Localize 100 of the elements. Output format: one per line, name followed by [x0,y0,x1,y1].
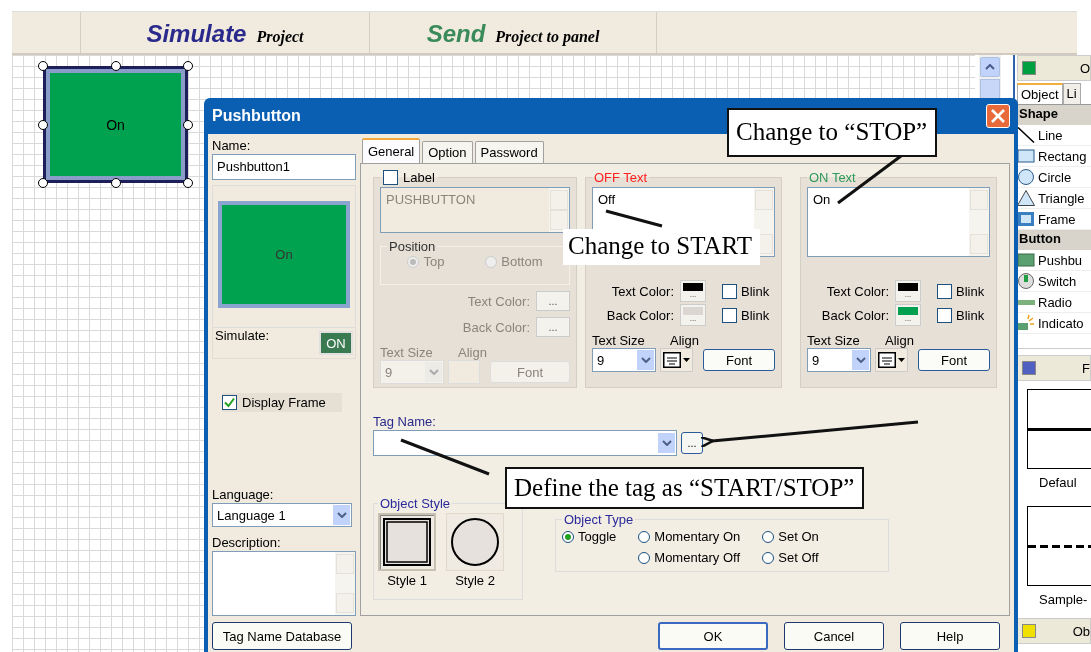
close-button[interactable] [986,104,1010,128]
panel-title: O [1079,60,1090,76]
window-title: Pushbutton [212,107,301,125]
name-field[interactable]: Pushbutton1 [212,154,356,180]
caret-icon [898,358,905,362]
object-type-radio[interactable]: Toggle [562,529,617,544]
resize-handle[interactable] [183,119,193,130]
align-center-icon [878,352,896,368]
field-label: Back Color: [820,307,889,323]
switch-icon [1017,273,1035,289]
chevron-down-icon [640,357,651,363]
field-label: Back Color: [605,307,674,323]
resize-handle[interactable] [110,178,121,188]
color-button[interactable]: ... [895,304,921,326]
color-button[interactable]: ... [680,280,706,302]
resize-handle[interactable] [183,178,193,188]
chevron-down-icon [661,440,672,446]
field-label: Text Size [592,333,646,348]
object-type-radio[interactable]: Momentary On [638,529,741,544]
field-label: Align [458,345,488,360]
align-button[interactable] [660,348,693,372]
resize-handle[interactable] [183,61,193,71]
toolbar-button[interactable]: Simulate Project [81,12,370,53]
font-button[interactable]: Font [703,349,775,371]
resize-handle[interactable] [38,178,48,188]
caret-icon [683,358,690,362]
field-label: Text Size [807,333,861,348]
callout-note: Change to “STOP” [727,108,938,157]
panel-tab[interactable]: Object [1017,83,1063,104]
preview-label: Defaul [1038,474,1078,490]
triangle-icon [1017,190,1035,206]
pushbutton-object[interactable]: On [43,66,188,183]
callout-note: Define the tag as “START/STOP” [505,467,865,509]
color-button[interactable]: ... [895,280,921,302]
frame-icon [1017,211,1035,227]
font-button[interactable]: Font [918,349,990,371]
chevron-down-icon [855,357,866,363]
object-type-radio[interactable]: Set Off [762,550,819,565]
tag-name-select[interactable] [373,430,677,456]
group-title: Position [388,239,437,254]
toolbar-button[interactable]: Send Project to panel [370,12,657,53]
language-select[interactable]: Language 1 [212,503,352,527]
blink-checkbox[interactable]: Blink [937,283,985,299]
field-label: Tag Name: [373,414,436,430]
line-style-preview[interactable] [1027,389,1091,469]
description-field[interactable] [212,551,356,616]
checkmark-icon [224,397,235,408]
field-label: Align [670,333,700,348]
field-label: Back Color: [462,319,530,335]
close-icon [991,109,1005,123]
dialog-button[interactable]: Cancel [784,622,884,650]
field-label: Text Color: [467,293,530,309]
tab[interactable]: General [362,138,421,163]
tag-name-database-button[interactable]: Tag Name Database [212,622,352,650]
line-style-preview[interactable] [1027,506,1091,586]
blink-checkbox[interactable]: Blink [722,307,770,323]
blink-checkbox[interactable]: Blink [937,307,985,323]
resize-handle[interactable] [38,61,48,71]
resize-handle[interactable] [38,119,48,130]
panel-title: Ob [1072,623,1090,639]
indicator-icon [1017,315,1035,331]
preview-label: Sample- [1038,591,1089,607]
group-title: Object Style [379,496,452,511]
dialog-button[interactable]: OK [658,622,768,650]
pushbutton-icon [1017,252,1035,268]
dialog-button[interactable]: Help [900,622,1000,650]
resize-handle[interactable] [110,61,121,71]
field-label: Name: [212,138,251,154]
display-frame-checkbox[interactable]: Display Frame [222,393,342,412]
group-title: ON Text [808,170,857,185]
field-label: Text Color: [610,283,674,299]
chevron-down-icon [336,512,347,518]
leader-line [605,209,663,228]
text-field[interactable]: On [807,187,990,257]
simulate-toggle[interactable]: ON [319,331,353,355]
object-type-radio[interactable]: Set On [762,529,819,544]
tab[interactable]: Option [422,141,473,163]
section-header: Shape [1017,105,1091,125]
panel-title: F [1082,360,1090,376]
browse-button[interactable]: ... [681,432,703,454]
field-label: Align [885,333,915,348]
object-type-radio[interactable]: Momentary Off [638,550,741,565]
field-label: Description: [212,535,281,551]
field-label: Language: [212,487,274,503]
field-label: Simulate: [215,328,270,344]
blink-checkbox[interactable]: Blink [722,283,770,299]
field-label: Text Color: [825,283,889,299]
line-icon [1017,127,1035,143]
chevron-up-icon [985,64,995,70]
align-button[interactable] [875,348,908,372]
chevron-down-icon [428,369,439,375]
tab[interactable]: Password [474,141,544,163]
text-size-select[interactable]: 9 [592,348,656,372]
callout-note: Change to START [563,229,760,265]
align-center-icon [663,352,681,368]
color-button[interactable]: ... [680,304,706,326]
button-preview: On [218,201,350,308]
group-title: OFF Text [593,170,649,185]
text-size-select[interactable]: 9 [807,348,871,372]
scroll-up-button[interactable] [980,57,1000,77]
